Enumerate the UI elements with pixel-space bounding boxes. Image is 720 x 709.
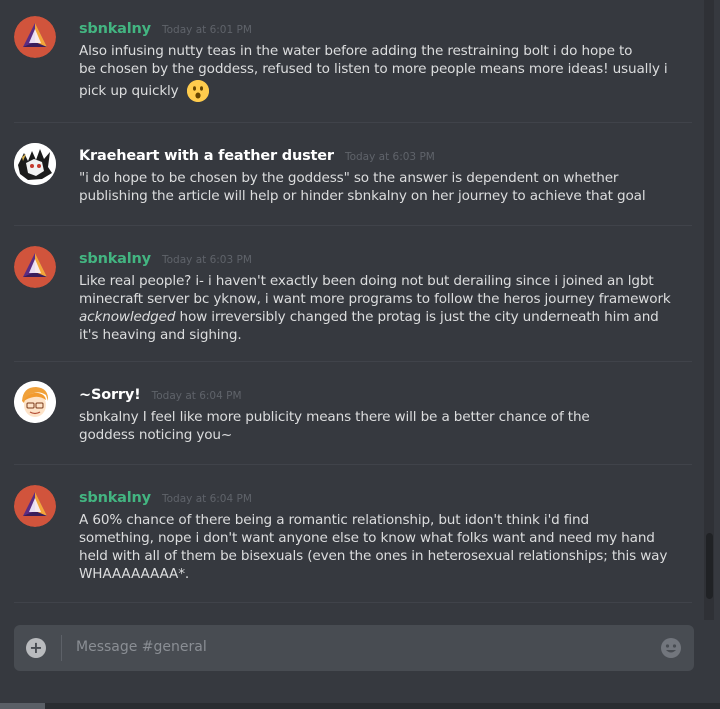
message-line: be chosen by the goddess, refused to lis… — [79, 61, 668, 77]
message-line: goddess noticing you~ — [79, 427, 233, 443]
message-divider — [14, 361, 692, 362]
message-line: Like real people? i- i haven't exactly b… — [79, 273, 654, 289]
message-line: minecraft server bc yknow, i want more p… — [79, 291, 671, 307]
message-line: publishing the article will help or hind… — [79, 188, 646, 204]
avatar[interactable] — [14, 485, 56, 527]
avatar[interactable] — [14, 143, 56, 185]
message-line: A 60% chance of there being a romantic r… — [79, 512, 590, 528]
timestamp: Today at 6:04 PM — [151, 390, 242, 402]
message-line: Also infusing nutty teas in the water be… — [79, 43, 633, 59]
scrollbar-thumb[interactable] — [706, 533, 713, 599]
italic-text: acknowledged — [79, 309, 176, 325]
author-name[interactable]: sbnkalny — [79, 21, 151, 37]
message-content: Like real people? i- i haven't exactly b… — [79, 272, 679, 344]
message-divider — [14, 122, 692, 123]
author-name[interactable]: Kraeheart with a feather duster — [79, 148, 334, 164]
message-line-with-emoji: pick up quickly — [79, 80, 679, 102]
plus-circle-icon[interactable]: + — [26, 638, 46, 658]
timestamp: Today at 6:03 PM — [162, 254, 252, 266]
message-line: acknowledged how irreversibly changed th… — [79, 308, 679, 326]
message-content: "i do hope to be chosen by the goddess" … — [79, 169, 679, 205]
author-name[interactable]: ~Sorry! — [79, 387, 141, 403]
message-content: Also infusing nutty teas in the water be… — [79, 42, 679, 102]
message-content: A 60% chance of there being a romantic r… — [79, 511, 679, 583]
message-line: held with all of them be bisexuals (even… — [79, 548, 668, 564]
message-composer[interactable]: + Message #general — [14, 625, 694, 671]
scrollbar-track[interactable] — [704, 0, 714, 620]
message-divider — [14, 602, 692, 603]
message-divider — [14, 225, 692, 226]
timestamp: Today at 6:03 PM — [344, 151, 435, 163]
message-divider — [14, 464, 692, 465]
avatar[interactable] — [14, 246, 56, 288]
emoji-picker-icon[interactable] — [660, 637, 682, 659]
timestamp: Today at 6:04 PM — [162, 493, 252, 505]
message-line: "i do hope to be chosen by the goddess" … — [79, 170, 619, 186]
timestamp: Today at 6:01 PM — [162, 24, 252, 36]
message-line: sbnkalny I feel like more publicity mean… — [79, 409, 590, 425]
author-name[interactable]: sbnkalny — [79, 251, 151, 267]
author-name[interactable]: sbnkalny — [79, 490, 151, 506]
avatar[interactable] — [14, 381, 56, 423]
hushed-face-emoji-icon[interactable] — [186, 80, 209, 102]
message-line: WHAAAAAAAA*. — [79, 566, 190, 582]
window-bottom-strip — [0, 703, 45, 709]
message-line: pick up quickly — [79, 83, 179, 99]
message-content: sbnkalny I feel like more publicity mean… — [79, 408, 679, 444]
window-bottom-bar — [0, 703, 720, 709]
message-line-text: how irreversibly changed the protag is j… — [179, 309, 659, 325]
message-line: it's heaving and sighing. — [79, 327, 242, 343]
message-line: something, nope i don't want anyone else… — [79, 530, 655, 546]
message-input[interactable]: Message #general — [76, 639, 207, 655]
composer-divider — [61, 635, 62, 661]
avatar[interactable] — [14, 16, 56, 58]
message-list[interactable]: sbnkalny Today at 6:01 PM Also infusing … — [0, 0, 704, 620]
